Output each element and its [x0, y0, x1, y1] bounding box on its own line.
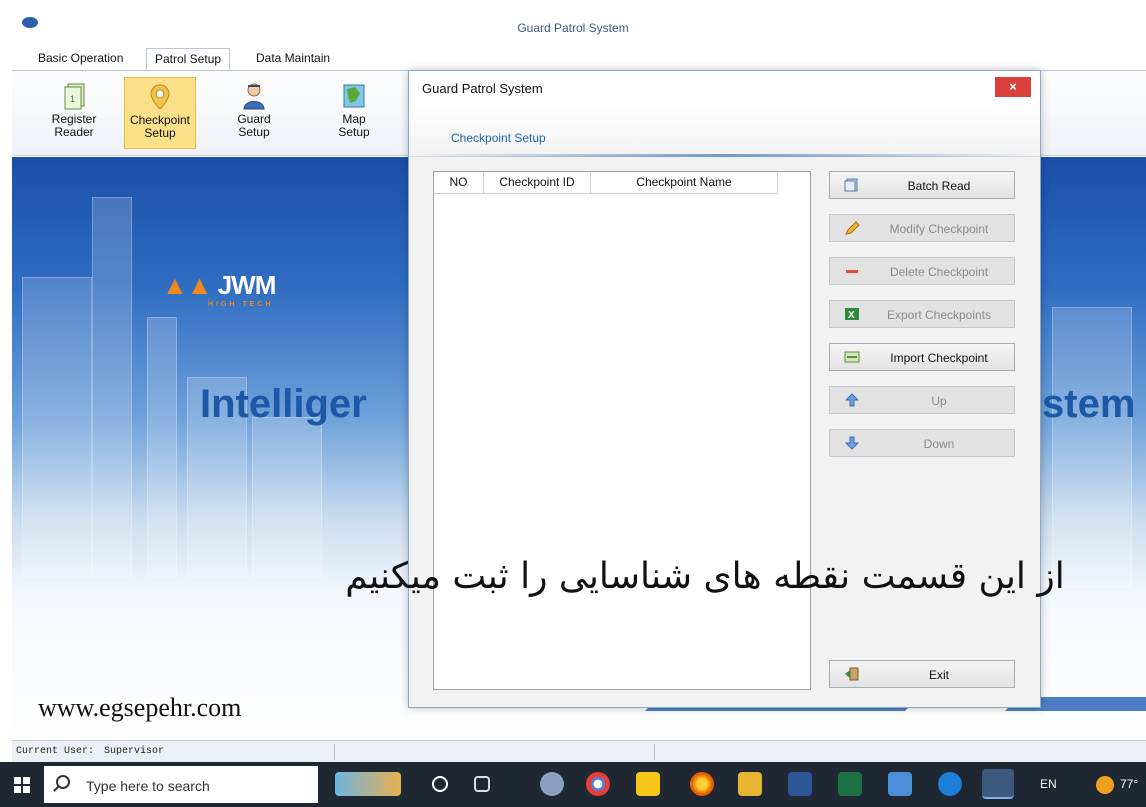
ribbon-tabs: Basic Operation Patrol Setup Data Mainta…	[0, 44, 1146, 70]
ribbon-label: Checkpoint Setup	[129, 113, 191, 140]
import-icon	[844, 351, 860, 363]
cortana-icon[interactable]	[432, 776, 448, 792]
app-title: Guard Patrol System	[517, 21, 629, 35]
taskbar: Type here to search EN 77°	[0, 762, 1146, 807]
import-checkpoint-button[interactable]: Import Checkpoint	[829, 343, 1015, 371]
map-icon	[343, 84, 365, 108]
arrow-up-icon	[844, 393, 860, 407]
banner-title-right: stem	[1042, 382, 1136, 426]
guard-setup-button[interactable]: Guard Setup	[218, 77, 290, 149]
ribbon-label: Register Reader	[51, 112, 97, 139]
search-placeholder: Type here to search	[86, 778, 210, 794]
current-user-value: Supervisor	[104, 746, 165, 757]
guard-person-icon	[243, 83, 265, 110]
svg-text:X: X	[848, 310, 855, 321]
button-label: Exit	[928, 668, 949, 682]
button-label: Export Checkpoints	[886, 308, 992, 322]
column-header-checkpoint-id[interactable]: Checkpoint ID	[484, 173, 591, 194]
pencil-icon	[845, 221, 860, 235]
svg-text:1: 1	[70, 94, 75, 104]
logo-text: JWM	[217, 270, 277, 300]
paint-app-icon[interactable]	[540, 772, 564, 796]
language-indicator[interactable]: EN	[1040, 777, 1057, 791]
city-building	[92, 197, 132, 577]
button-label: Import Checkpoint	[890, 351, 988, 365]
dialog-close-button[interactable]: ×	[995, 77, 1031, 97]
file-explorer-icon[interactable]	[738, 772, 762, 796]
city-building	[252, 417, 322, 577]
tab-data-maintain[interactable]: Data Maintain	[248, 48, 338, 70]
batch-read-button[interactable]: Batch Read	[829, 171, 1015, 199]
status-separator	[334, 744, 335, 760]
guard-patrol-taskbar-icon[interactable]	[982, 769, 1014, 799]
sticky-notes-icon[interactable]	[636, 772, 660, 796]
edge-icon[interactable]	[938, 772, 962, 796]
map-setup-button[interactable]: Map Setup	[318, 77, 390, 149]
button-label: Up	[931, 394, 947, 408]
website-url: www.egsepehr.com	[38, 693, 242, 722]
header-divider	[409, 154, 1040, 157]
modify-checkpoint-button[interactable]: Modify Checkpoint	[829, 214, 1015, 242]
move-up-button[interactable]: Up	[829, 386, 1015, 414]
checkpoint-pin-icon	[150, 84, 170, 110]
excel-icon: X	[845, 308, 859, 321]
control-panel-icon[interactable]	[888, 772, 912, 796]
tab-basic-operation[interactable]: Basic Operation	[30, 48, 131, 70]
overlay-caption: از این قسمت نقطه های شناسایی را ثبت میکن…	[345, 556, 1065, 597]
weather-temperature[interactable]: 77°	[1120, 777, 1138, 791]
ribbon-label: Guard Setup	[237, 112, 271, 139]
banner-title-left: Intelliger	[200, 382, 367, 426]
tab-patrol-setup[interactable]: Patrol Setup	[146, 48, 231, 70]
checkpoint-setup-button[interactable]: Checkpoint Setup	[124, 77, 196, 149]
status-bar: Current User: Supervisor	[12, 740, 1146, 762]
city-building	[22, 277, 92, 577]
delete-checkpoint-button[interactable]: Delete Checkpoint	[829, 257, 1015, 285]
status-separator	[654, 744, 655, 760]
button-label: Delete Checkpoint	[889, 265, 989, 279]
column-header-no[interactable]: NO	[434, 173, 484, 194]
checkpoint-setup-dialog: Guard Patrol System × Checkpoint Setup N…	[408, 70, 1041, 708]
dialog-titlebar: Guard Patrol System ×	[409, 71, 1040, 105]
search-icon	[56, 775, 70, 789]
firefox-icon[interactable]	[690, 772, 714, 796]
dialog-section-title: Checkpoint Setup	[451, 131, 546, 145]
excel-app-icon[interactable]	[838, 772, 862, 796]
current-user-label: Current User:	[16, 746, 95, 757]
windows-start-icon[interactable]	[14, 777, 30, 793]
button-label: Modify Checkpoint	[889, 222, 989, 236]
button-label: Down	[923, 437, 955, 451]
move-down-button[interactable]: Down	[829, 429, 1015, 457]
reader-icon: 1	[64, 83, 85, 110]
register-reader-button[interactable]: 1 Register Reader	[38, 77, 110, 149]
logo-mark-icon: ▲▲	[162, 270, 212, 300]
export-checkpoints-button[interactable]: X Export Checkpoints	[829, 300, 1015, 328]
dialog-title: Guard Patrol System	[422, 81, 543, 96]
chrome-icon[interactable]	[586, 772, 610, 796]
exit-button[interactable]: Exit	[829, 660, 1015, 688]
column-header-checkpoint-name[interactable]: Checkpoint Name	[591, 173, 778, 194]
exit-door-icon	[845, 667, 859, 681]
task-view-icon[interactable]	[474, 776, 490, 792]
taskbar-search-box[interactable]: Type here to search	[44, 766, 318, 803]
jwm-logo: ▲▲ JWM	[162, 270, 277, 301]
button-label: Batch Read	[907, 179, 971, 193]
app-titlebar: Guard Patrol System	[0, 0, 1146, 44]
weather-icon[interactable]	[1096, 776, 1114, 794]
word-icon[interactable]	[788, 772, 812, 796]
checkpoint-table[interactable]: NO Checkpoint ID Checkpoint Name	[433, 171, 811, 690]
dialog-header: Checkpoint Setup	[409, 105, 1040, 157]
logo-subtitle: HIGH TECH	[208, 301, 274, 308]
arrow-down-icon	[844, 436, 860, 450]
city-building	[1052, 307, 1132, 587]
ribbon-label: Map Setup	[338, 112, 370, 139]
batch-read-icon	[844, 178, 858, 192]
city-building	[147, 317, 177, 577]
search-highlight-icon[interactable]	[335, 772, 401, 796]
minus-icon	[846, 270, 858, 273]
